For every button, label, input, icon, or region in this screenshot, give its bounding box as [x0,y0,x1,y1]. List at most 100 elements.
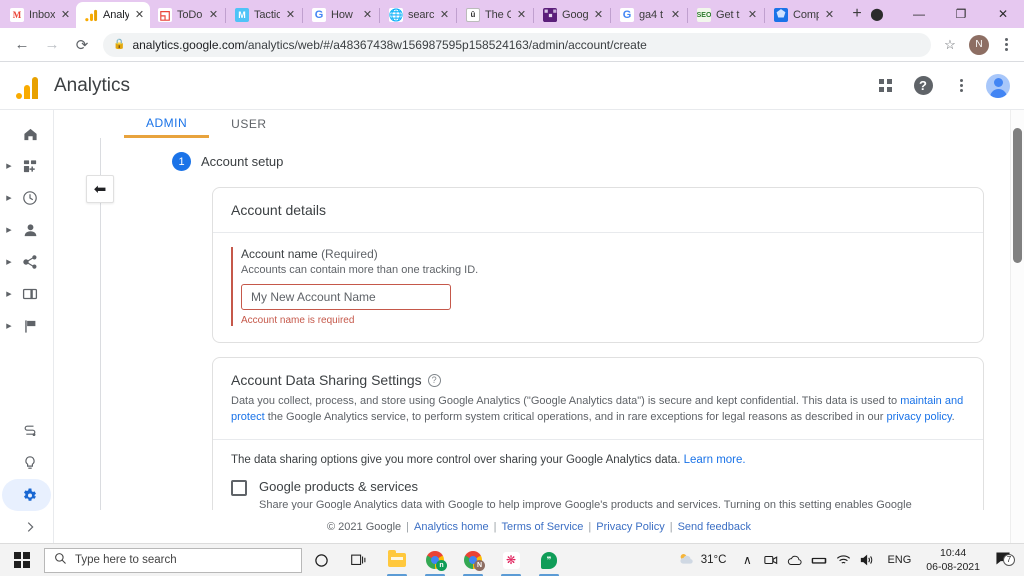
terms-of-service-link[interactable]: Terms of Service [501,521,583,533]
notifications-icon[interactable]: 7 [988,551,1018,570]
close-icon[interactable]: ✕ [670,9,681,21]
close-icon[interactable]: ✕ [824,9,835,21]
sidebar-item-home[interactable] [0,118,53,150]
chevron-right-icon[interactable]: ▶ [4,290,14,298]
onedrive-cloud-icon[interactable] [784,555,806,566]
kebab-menu-icon[interactable] [996,38,1016,51]
browser-tab[interactable]: û The C ✕ [458,2,532,28]
meet-camera-icon[interactable] [760,554,782,566]
browser-tab[interactable]: Goog ✕ [535,2,609,28]
clock-widget[interactable]: 10:44 06-08-2021 [920,546,986,574]
browser-tab[interactable]: ⬟ Comp ✕ [766,2,840,28]
browser-tab[interactable]: 🌐 searc ✕ [381,2,455,28]
content-scroll-area[interactable]: 1 Account setup Account details Account … [54,138,1024,543]
taskbar-search-input[interactable]: Type here to search [44,547,302,573]
browser-tab[interactable]: M Tactic ✕ [227,2,301,28]
chevron-right-icon[interactable]: ▶ [4,322,14,330]
browser-tab[interactable]: ◱ ToDo ✕ [150,2,224,28]
star-icon[interactable]: ☆ [938,33,962,57]
record-indicator-icon[interactable]: ⬤ [856,0,898,28]
vertical-scrollbar[interactable] [1010,110,1024,543]
volume-icon[interactable] [856,554,878,566]
cortana-circle-icon[interactable] [302,544,340,576]
forward-button[interactable]: → [38,31,66,59]
account-avatar-icon[interactable] [986,73,1010,98]
chrome-icon[interactable]: n [416,544,454,576]
browser-tab[interactable]: G How ✕ [304,2,378,28]
browser-tab[interactable]: G ga4 t ✕ [612,2,686,28]
sidebar-item-behavior[interactable]: ▶ [0,278,53,310]
notification-count: 7 [1003,553,1015,566]
back-arrow-icon[interactable]: ⬅ [86,175,114,203]
windows-start-icon[interactable] [0,552,44,568]
sidebar-item-customization[interactable]: ▶ [0,150,53,182]
account-details-body: Account name (Required) Accounts can con… [213,233,983,342]
close-icon[interactable]: ✕ [593,9,604,21]
wifi-icon[interactable] [832,554,854,566]
footer-separator: | [588,521,592,533]
browser-tab[interactable]: M Inbox ✕ [2,2,76,28]
tab-admin-label: ADMIN [146,115,188,130]
weather-widget[interactable]: 31°C [670,552,735,569]
hardware-icon[interactable] [808,555,830,566]
back-button[interactable]: ← [8,31,36,59]
chevron-right-icon[interactable]: ▶ [4,194,14,202]
close-icon[interactable]: ✕ [60,9,71,21]
maximize-button[interactable]: ❐ [940,0,982,28]
learn-more-link[interactable]: Learn more. [684,454,746,466]
task-view-icon[interactable] [340,544,378,576]
google-products-services-checkbox[interactable] [231,479,247,496]
privacy-policy-link[interactable]: privacy policy [886,411,951,423]
tray-expand-chevron-icon[interactable]: ∧ [736,553,758,567]
account-name-field-group: Account name (Required) Accounts can con… [231,247,965,326]
close-icon[interactable]: ✕ [362,9,373,21]
more-vertical-icon[interactable] [944,69,978,103]
sidebar-item-discover[interactable] [0,447,53,479]
close-window-button[interactable]: ✕ [982,0,1024,28]
chrome-icon[interactable]: N [454,544,492,576]
slack-icon[interactable]: ❋ [492,544,530,576]
chevron-right-icon[interactable]: ▶ [4,162,14,170]
close-icon[interactable]: ✕ [516,9,527,21]
help-icon[interactable]: ? [906,69,940,103]
left-nav-rail: ▶ ▶ ▶ ▶ ▶ ▶ [0,110,54,543]
tab-admin[interactable]: ADMIN [124,110,210,138]
tab-user[interactable]: USER [209,110,288,138]
sidebar-expand-button[interactable] [0,511,53,543]
chevron-right-icon[interactable]: ▶ [4,258,14,266]
account-name-error: Account name is required [241,315,355,326]
sidebar-item-conversions[interactable]: ▶ [0,310,53,342]
sidebar-item-audience[interactable]: ▶ [0,214,53,246]
chevron-right-icon[interactable]: ▶ [4,226,14,234]
close-icon[interactable]: ✕ [439,9,450,21]
close-icon[interactable]: ✕ [208,9,219,21]
file-explorer-icon[interactable] [378,544,416,576]
browser-profile-avatar[interactable]: N [969,34,989,55]
browser-tab-active[interactable]: Analy ✕ [76,2,150,28]
sidebar-item-acquisition[interactable]: ▶ [0,246,53,278]
browser-tab[interactable]: SEO Get t ✕ [689,2,763,28]
account-name-input[interactable]: My New Account Name [241,284,451,310]
tab-separator [610,8,611,23]
reload-button[interactable]: ⟳ [68,31,96,59]
sidebar-item-admin[interactable] [0,479,53,511]
scrollbar-thumb[interactable] [1013,128,1022,263]
address-bar[interactable]: 🔒 analytics.google.com/analytics/web/#/a… [103,32,931,57]
close-icon[interactable]: ✕ [134,9,145,21]
close-icon[interactable]: ✕ [747,9,758,21]
analytics-home-link[interactable]: Analytics home [414,521,489,533]
partly-cloudy-icon [678,552,695,569]
apps-grid-icon[interactable] [868,69,902,103]
hangouts-icon[interactable]: ❞ [530,544,568,576]
step-header: 1 Account setup [54,138,1024,171]
sidebar-item-attribution[interactable] [0,415,53,447]
minimize-button[interactable]: — [898,0,940,28]
send-feedback-link[interactable]: Send feedback [678,521,751,533]
sidebar-item-realtime[interactable]: ▶ [0,182,53,214]
language-indicator[interactable]: ENG [880,554,918,566]
paragraph-part-1: Data you collect, process, and store usi… [231,395,901,407]
google-icon: G [620,8,634,22]
privacy-policy-link[interactable]: Privacy Policy [596,521,664,533]
question-mark-icon[interactable]: ? [427,373,441,387]
close-icon[interactable]: ✕ [285,9,296,21]
